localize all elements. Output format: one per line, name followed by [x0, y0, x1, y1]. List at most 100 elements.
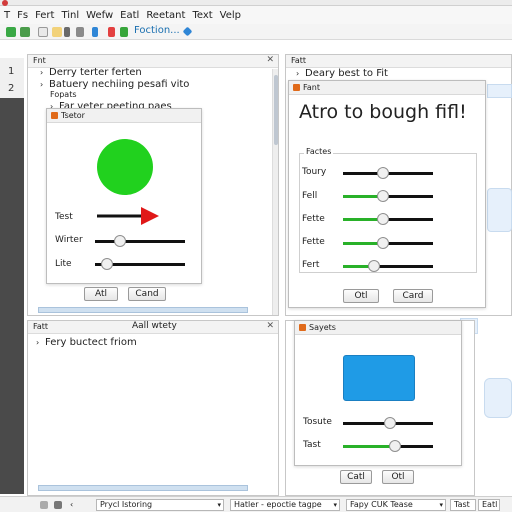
- panel-header: Fatt Aall wtety ✕: [28, 321, 278, 334]
- row-label: Test: [55, 212, 73, 222]
- horizontal-scrollbar[interactable]: [38, 485, 248, 491]
- tree-item[interactable]: › Batuery nechiing pesafi vito: [40, 79, 189, 90]
- lite-slider[interactable]: [95, 258, 185, 270]
- save-icon[interactable]: [20, 27, 30, 37]
- status-field[interactable]: Eatl: [478, 499, 500, 511]
- undo-icon[interactable]: [76, 27, 84, 37]
- panel-title: Fatt: [291, 56, 307, 65]
- menu-item[interactable]: Fert: [35, 10, 54, 21]
- tree-item[interactable]: › Derry terter ferten: [40, 67, 142, 78]
- app-icon: [293, 84, 300, 91]
- chevron-down-icon: ▾: [333, 501, 337, 509]
- dialog-title: Fant: [303, 83, 320, 92]
- tosute-slider[interactable]: [343, 417, 433, 429]
- slider-knob[interactable]: [377, 190, 389, 202]
- slider-label: Tosute: [303, 417, 332, 427]
- catl-button[interactable]: Catl: [340, 470, 372, 484]
- panel-title: Fnt: [33, 56, 46, 65]
- toolbar-label[interactable]: Foction...: [134, 25, 180, 36]
- tree-item[interactable]: › Fery buctect friom: [36, 337, 137, 348]
- status-field-text: Eatl: [482, 500, 498, 509]
- scroll-thumb[interactable]: [274, 75, 278, 145]
- close-icon[interactable]: ✕: [266, 55, 274, 65]
- line-number: 1: [8, 66, 15, 77]
- otl-button[interactable]: Otl: [343, 289, 379, 303]
- side-card: [487, 84, 512, 98]
- panel-subtitle: Aall wtety: [132, 321, 177, 331]
- slider-knob[interactable]: [377, 167, 389, 179]
- dialog-title-bar: Fant: [289, 81, 485, 95]
- slider-knob[interactable]: [377, 213, 389, 225]
- menu-item[interactable]: Fs: [17, 10, 28, 21]
- tree-item[interactable]: › Deary best to Fit: [296, 68, 388, 79]
- close-icon[interactable]: ✕: [266, 321, 274, 331]
- status-bar: ‹ Prycl Istoring ▾ Hatler - epoctie tagpe…: [0, 496, 512, 512]
- new-icon[interactable]: [108, 27, 115, 37]
- menu-item[interactable]: Tinl: [61, 10, 79, 21]
- app-icon: [299, 324, 306, 331]
- slider-knob[interactable]: [368, 260, 380, 272]
- link-icon[interactable]: [92, 27, 98, 37]
- status-field[interactable]: Tast: [450, 499, 476, 511]
- fert-slider[interactable]: [343, 260, 433, 272]
- dialog-title-bar: Tsetor: [47, 109, 201, 123]
- menu-item[interactable]: T: [4, 10, 10, 21]
- menu-item[interactable]: Eatl: [120, 10, 139, 21]
- atl-button[interactable]: Atl: [84, 287, 118, 301]
- diamond-icon[interactable]: [182, 26, 193, 37]
- chevron-right-icon: ›: [40, 80, 44, 89]
- tree-item-label: Fery buctect friom: [45, 337, 137, 348]
- menu-item[interactable]: Velp: [220, 10, 241, 21]
- fell-slider[interactable]: [343, 190, 433, 202]
- slider-label: Fette: [302, 214, 325, 224]
- fette-slider[interactable]: [343, 213, 433, 225]
- toolbar: Foction...: [0, 24, 512, 40]
- green-circle: [97, 139, 153, 195]
- chevron-right-icon: ›: [36, 338, 40, 347]
- otl-button-2[interactable]: Otl: [382, 470, 414, 484]
- refresh-icon[interactable]: [120, 27, 128, 37]
- slider-knob[interactable]: [101, 258, 113, 270]
- settings-dialog: Sayets Tosute Tast: [294, 320, 462, 466]
- line-numbers: 1 2: [0, 58, 24, 98]
- tree-item[interactable]: Fopats: [50, 90, 77, 99]
- menu-item[interactable]: Wefw: [86, 10, 113, 21]
- horizontal-scrollbar[interactable]: [38, 307, 248, 313]
- row-label: Lite: [55, 259, 72, 269]
- status-field-text: Tast: [454, 500, 470, 509]
- line-number: 2: [8, 83, 15, 94]
- status-field-text: Fapy CUK Tease: [350, 500, 413, 509]
- chevron-right-icon: ›: [296, 69, 300, 78]
- slider-label: Tast: [303, 440, 321, 450]
- wirter-slider[interactable]: [95, 235, 185, 247]
- vertical-scrollbar[interactable]: [272, 69, 278, 315]
- group-title: Factes: [304, 147, 334, 156]
- card-button[interactable]: Card: [393, 289, 433, 303]
- slider-knob[interactable]: [377, 237, 389, 249]
- paste-icon[interactable]: [64, 27, 70, 37]
- dialog-heading: Atro to bough fifl!: [299, 101, 467, 123]
- slider-knob[interactable]: [384, 417, 396, 429]
- fette-slider-2[interactable]: [343, 237, 433, 249]
- tree-item-label: Batuery nechiing pesafi vito: [49, 79, 190, 90]
- menu-item[interactable]: Text: [192, 10, 212, 21]
- slider-knob[interactable]: [389, 440, 401, 452]
- status-field[interactable]: Hatler - epoctie tagpe ▾: [230, 499, 340, 511]
- cand-button[interactable]: Cand: [128, 287, 166, 301]
- toury-slider[interactable]: [343, 167, 433, 179]
- status-field[interactable]: Prycl Istoring ▾: [96, 499, 224, 511]
- status-field[interactable]: Fapy CUK Tease ▾: [346, 499, 446, 511]
- menu-item[interactable]: Reetant: [146, 10, 185, 21]
- copy-icon[interactable]: [52, 27, 62, 37]
- pen-icon[interactable]: [54, 501, 62, 509]
- side-card: [487, 188, 512, 232]
- slider-knob[interactable]: [114, 235, 126, 247]
- tast-slider[interactable]: [343, 440, 433, 452]
- grid-icon[interactable]: [40, 501, 48, 509]
- file-icon[interactable]: [6, 27, 16, 37]
- chevron-left-icon[interactable]: ‹: [70, 500, 73, 509]
- main-dialog: Fant Atro to bough fifl! Factes Toury Fe…: [288, 80, 486, 308]
- editor-gutter: [0, 58, 24, 494]
- cut-icon[interactable]: [38, 27, 48, 37]
- slider-label: Fert: [302, 260, 320, 270]
